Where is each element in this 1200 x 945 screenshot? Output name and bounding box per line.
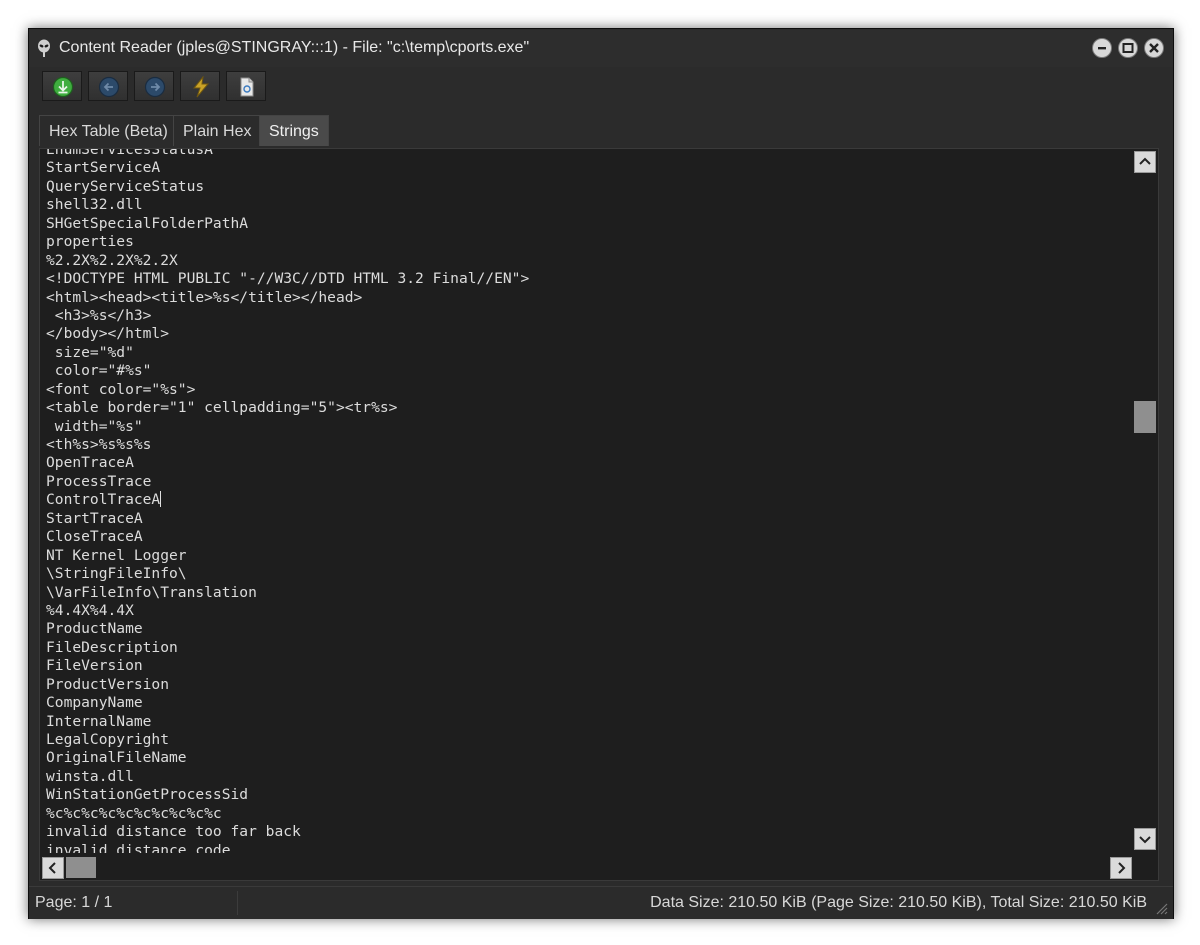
string-line[interactable]: color="#%s" (46, 362, 1126, 380)
string-line[interactable]: width="%s" (46, 418, 1126, 436)
string-line[interactable]: StartServiceA (46, 159, 1126, 177)
status-divider (237, 891, 238, 915)
string-line[interactable]: QueryServiceStatus (46, 178, 1126, 196)
string-line[interactable]: %c%c%c%c%c%c%c%c%c%c (46, 805, 1126, 823)
string-line[interactable]: %2.2X%2.2X%2.2X (46, 252, 1126, 270)
string-line[interactable]: %4.4X%4.4X (46, 602, 1126, 620)
string-line[interactable]: winsta.dll (46, 768, 1126, 786)
strings-text-area[interactable]: EnumServicesStatusA StartServiceA QuerySer… (46, 149, 1126, 853)
horizontal-scroll-thumb[interactable] (66, 857, 96, 878)
chevron-up-icon (1139, 157, 1151, 165)
string-line[interactable]: properties (46, 233, 1126, 251)
toolbar (38, 71, 438, 105)
size-info: Data Size: 210.50 KiB (Page Size: 210.50… (650, 894, 1147, 911)
horizontal-scrollbar[interactable] (40, 855, 1158, 880)
page-indicator: Page: 1 / 1 (35, 894, 113, 911)
back-button[interactable] (88, 71, 128, 101)
string-line[interactable]: <!DOCTYPE HTML PUBLIC "-//W3C//DTD HTML … (46, 270, 1126, 288)
title-bar[interactable]: Content Reader (jples@STINGRAY:::1) - Fi… (29, 29, 1173, 67)
text-caret (160, 491, 162, 508)
string-line[interactable]: ProductVersion (46, 676, 1126, 694)
string-line[interactable]: invalid distance code (46, 842, 1126, 853)
vertical-scrollbar[interactable] (1132, 149, 1158, 855)
scroll-right-button[interactable] (1110, 857, 1132, 879)
download-icon (52, 76, 74, 98)
scroll-up-button[interactable] (1134, 151, 1156, 173)
tab-strings[interactable]: Strings (259, 115, 329, 146)
string-line[interactable]: \StringFileInfo\ (46, 565, 1126, 583)
string-line[interactable]: SHGetSpecialFolderPathA (46, 215, 1126, 233)
tab-plain-hex[interactable]: Plain Hex (173, 115, 262, 146)
string-line[interactable]: NT Kernel Logger (46, 547, 1126, 565)
vertical-scroll-thumb[interactable] (1134, 401, 1156, 433)
minimize-button[interactable] (1092, 38, 1112, 58)
string-line[interactable]: size="%d" (46, 344, 1126, 362)
back-arrow-icon (98, 76, 120, 98)
window-title: Content Reader (jples@STINGRAY:::1) - Fi… (59, 39, 530, 56)
close-icon (1149, 43, 1159, 53)
string-line[interactable]: \VarFileInfo\Translation (46, 584, 1126, 602)
minimize-icon (1098, 47, 1106, 50)
maximize-button[interactable] (1118, 38, 1138, 58)
string-line[interactable]: OriginalFileName (46, 749, 1126, 767)
chevron-right-icon (1118, 862, 1126, 874)
tab-hex-table[interactable]: Hex Table (Beta) (39, 115, 178, 146)
run-button[interactable] (180, 71, 220, 101)
lightning-icon (192, 76, 210, 98)
string-line[interactable]: </body></html> (46, 325, 1126, 343)
string-line[interactable]: FileVersion (46, 657, 1126, 675)
string-line[interactable]: WinStationGetProcessSid (46, 786, 1126, 804)
string-line[interactable]: InternalName (46, 713, 1126, 731)
document-button[interactable] (226, 71, 266, 101)
string-line[interactable]: LegalCopyright (46, 731, 1126, 749)
string-line[interactable]: CompanyName (46, 694, 1126, 712)
status-bar: Page: 1 / 1 Data Size: 210.50 KiB (Page … (29, 886, 1173, 919)
strings-view[interactable]: EnumServicesStatusA StartServiceA QuerySer… (39, 148, 1159, 881)
string-line[interactable]: FileDescription (46, 639, 1126, 657)
chevron-left-icon (48, 862, 56, 874)
scroll-left-button[interactable] (42, 857, 64, 879)
document-icon (240, 77, 254, 97)
string-line[interactable]: <h3>%s</h3> (46, 307, 1126, 325)
forward-arrow-icon (144, 76, 166, 98)
scroll-down-button[interactable] (1134, 828, 1156, 850)
string-line[interactable]: CloseTraceA (46, 528, 1126, 546)
string-line[interactable]: ProductName (46, 620, 1126, 638)
string-line[interactable]: shell32.dll (46, 196, 1126, 214)
chevron-down-icon (1139, 836, 1151, 844)
string-line[interactable]: <html><head><title>%s</title></head> (46, 289, 1126, 307)
string-line[interactable]: EnumServicesStatusA (46, 149, 1126, 159)
string-line[interactable]: StartTraceA (46, 510, 1126, 528)
download-button[interactable] (42, 71, 82, 101)
content-reader-window: Content Reader (jples@STINGRAY:::1) - Fi… (28, 28, 1174, 919)
forward-button[interactable] (134, 71, 174, 101)
close-button[interactable] (1144, 38, 1164, 58)
string-line[interactable]: ControlTraceA (46, 491, 1126, 509)
string-line[interactable]: <font color="%s"> (46, 381, 1126, 399)
string-line[interactable]: invalid distance too far back (46, 823, 1126, 841)
alien-app-icon (38, 39, 50, 57)
string-line[interactable]: OpenTraceA (46, 454, 1126, 472)
resize-grip-icon[interactable] (1153, 900, 1169, 916)
string-line[interactable]: <th%s>%s%s%s (46, 436, 1126, 454)
maximize-icon (1122, 43, 1134, 53)
string-line[interactable]: ProcessTrace (46, 473, 1126, 491)
string-line[interactable]: <table border="1" cellpadding="5"><tr%s> (46, 399, 1126, 417)
